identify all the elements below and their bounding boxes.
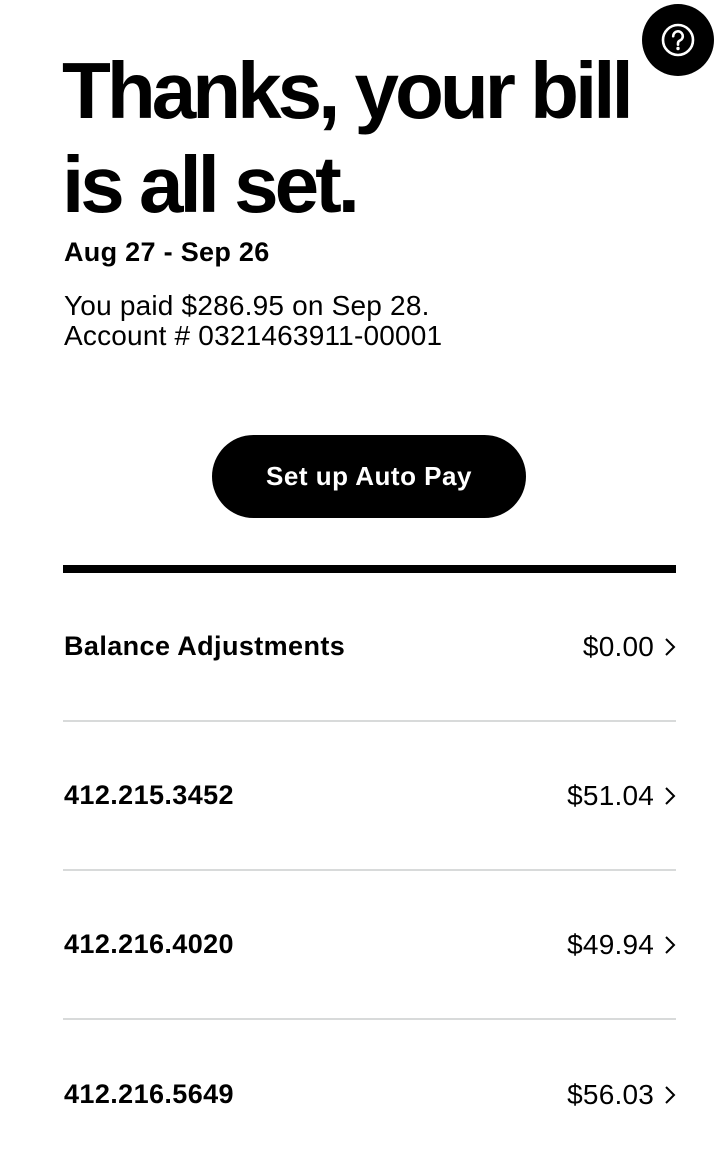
list-item-line-1[interactable]: 412.215.3452 $51.04: [63, 722, 676, 871]
list-item-balance-adjustments[interactable]: Balance Adjustments $0.00: [63, 573, 676, 722]
row-amount: $56.03: [567, 1078, 654, 1110]
chevron-right-icon: [664, 637, 676, 657]
billing-period: Aug 27 - Sep 26: [64, 237, 270, 267]
section-divider: [63, 565, 676, 573]
account-number: Account # 0321463911-00001: [64, 320, 443, 351]
setup-autopay-button[interactable]: Set up Auto Pay: [212, 435, 526, 518]
row-amount: $0.00: [582, 630, 654, 662]
chevron-right-icon: [664, 1085, 676, 1105]
row-amount: $49.94: [567, 928, 654, 960]
bill-confirmation-page: Thanks, your bill is all set. Aug 27 - S…: [0, 0, 721, 1155]
row-label: Balance Adjustments: [64, 631, 346, 661]
row-label: 412.216.5649: [64, 1079, 234, 1109]
chevron-right-icon: [664, 935, 676, 955]
row-label: 412.216.4020: [64, 929, 234, 959]
row-label: 412.215.3452: [64, 780, 234, 810]
bill-breakdown-list: Balance Adjustments $0.00 412.215.3452 $…: [63, 573, 676, 1155]
payment-confirmation-text: You paid $286.95 on Sep 28.: [64, 290, 430, 321]
question-icon: [661, 23, 695, 57]
row-amount: $51.04: [567, 779, 654, 811]
page-title: Thanks, your bill is all set.: [62, 46, 634, 229]
list-item-line-3[interactable]: 412.216.5649 $56.03: [63, 1020, 676, 1155]
chevron-right-icon: [664, 786, 676, 806]
list-item-line-2[interactable]: 412.216.4020 $49.94: [63, 871, 676, 1020]
